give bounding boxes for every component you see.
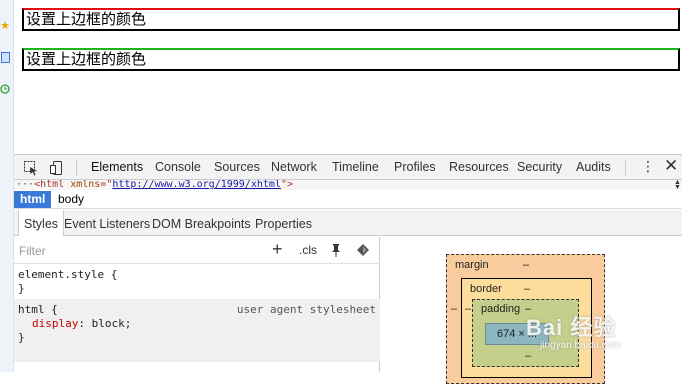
padding-label: padding (481, 303, 521, 315)
box-model-pane: margin – border – padding – 674 × ... – … (381, 237, 682, 384)
border-top-value: – (524, 283, 531, 295)
css-property-value: block; (91, 317, 132, 330)
cls-toggle-button[interactable]: .cls (299, 243, 317, 257)
element-style-close: } (18, 282, 25, 295)
toolbar-divider (76, 160, 77, 176)
tab-audits[interactable]: Audits (576, 155, 611, 180)
more-options-icon[interactable]: ⋮ (641, 158, 655, 175)
tab-properties[interactable]: Properties (255, 210, 312, 235)
filter-input[interactable]: Filter (19, 244, 46, 258)
tab-timeline[interactable]: Timeline (332, 155, 379, 180)
tab-network[interactable]: Network (271, 155, 317, 180)
inspect-element-icon[interactable] (22, 159, 40, 177)
source-attr-name: xmlns (70, 180, 101, 190)
element-state-icon[interactable] (356, 243, 370, 257)
margin-label: margin (455, 259, 489, 271)
tab-elements[interactable]: Elements (91, 155, 143, 180)
tab-console[interactable]: Console (155, 155, 201, 180)
border-label: border (470, 283, 502, 295)
element-style-rule[interactable]: element.style { } (14, 265, 380, 299)
browser-side-strip: ★ (0, 0, 14, 372)
scroll-arrows-icon[interactable]: ▲ ▼ (674, 179, 682, 191)
source-preview-line: ···<html xmlns="http://www.w3.org/1999/x… (14, 180, 682, 190)
tab-profiles[interactable]: Profiles (394, 155, 436, 180)
tab-sources[interactable]: Sources (214, 155, 260, 180)
new-style-rule-icon[interactable]: + (272, 239, 283, 260)
device-mode-icon[interactable] (48, 159, 66, 177)
history-icon[interactable] (0, 84, 10, 96)
source-ellipsis: ··· (16, 180, 35, 190)
css-declaration[interactable]: display: block; (18, 317, 376, 331)
tab-styles-label: Styles (24, 217, 59, 231)
margin-left-value: – (451, 303, 458, 315)
tab-resources[interactable]: Resources (449, 155, 509, 180)
breadcrumb-body[interactable]: body (52, 191, 90, 208)
close-icon[interactable]: ✕ (664, 156, 678, 176)
devtools-toolbar: Elements Console Sources Network Timelin… (14, 154, 682, 180)
toolbar-divider (625, 160, 626, 176)
padding-bottom-value: – (525, 350, 532, 362)
demo-box-red-top: 设置上边框的颜色 (22, 8, 680, 31)
bookmark-icon[interactable] (0, 52, 10, 64)
rule-source-label: user agent stylesheet (236, 303, 376, 316)
tab-event-listeners[interactable]: Event Listeners (64, 210, 150, 235)
html-rule-close: } (18, 331, 25, 344)
source-tag-open: <html (34, 180, 71, 190)
tab-security[interactable]: Security (517, 155, 562, 180)
star-icon[interactable]: ★ (0, 20, 10, 32)
tab-styles[interactable]: Styles (18, 210, 65, 236)
watermark-logo: Bai 经验 (526, 315, 617, 340)
watermark-url: jingyan.baidu.com (540, 340, 621, 351)
sidebar-subtabs: Styles Event Listeners DOM Breakpoints P… (14, 210, 682, 236)
breadcrumb: html body (14, 191, 682, 209)
element-style-selector: element.style { (18, 268, 118, 281)
source-tag-close: "> (280, 180, 293, 190)
html-rule[interactable]: user agent stylesheet html { display: bl… (14, 299, 380, 362)
source-attr-value[interactable]: http://www.w3.org/1999/xhtml (112, 180, 281, 190)
filter-row: Filter + .cls (14, 237, 380, 264)
demo-box-green-top: 设置上边框的颜色 (22, 48, 680, 71)
tab-dom-breakpoints[interactable]: DOM Breakpoints (152, 210, 251, 235)
pin-icon[interactable] (331, 243, 341, 257)
breadcrumb-html[interactable]: html (14, 191, 52, 208)
source-eq: =" (100, 180, 113, 190)
margin-top-value: – (523, 259, 530, 271)
border-left-value: – (465, 303, 472, 315)
styles-pane: Filter + .cls element.style { } user age… (14, 237, 380, 372)
css-property-name: display (32, 317, 79, 330)
